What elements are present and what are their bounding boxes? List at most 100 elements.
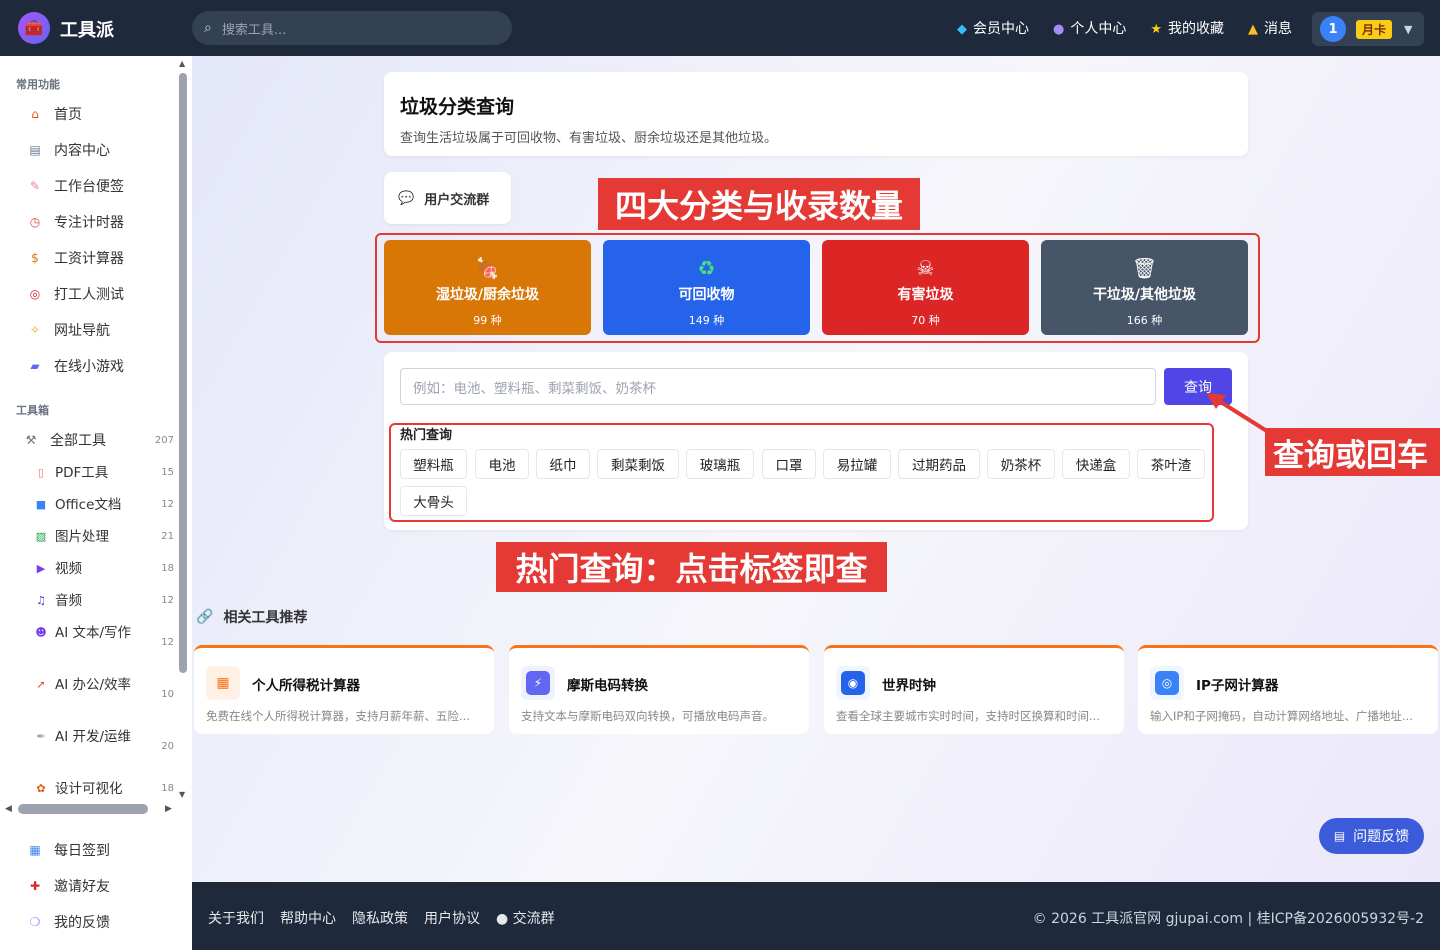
sidebar-item-ai-office[interactable]: ➚ AI 办公/效率 10 bbox=[34, 675, 174, 715]
timer-icon: ◷ bbox=[29, 215, 41, 229]
gamepad-icon: ▰ bbox=[30, 359, 40, 373]
avatar: 1 bbox=[1320, 16, 1346, 42]
footer: 关于我们 帮助中心 隐私政策 用户协议 ● 交流群 © 2026 工具派官网 g… bbox=[192, 882, 1440, 950]
image-icon: ▨ bbox=[35, 530, 47, 543]
calculator-icon: ▦ bbox=[206, 666, 240, 700]
page-subtitle: 查询生活垃圾属于可回收物、有害垃圾、厨余垃圾还是其他垃圾。 bbox=[400, 131, 778, 146]
sidebar-item-content[interactable]: ▤ 内容中心 bbox=[26, 140, 110, 160]
link-icon: 🔗 bbox=[196, 609, 214, 625]
nav-messages[interactable]: ▲ 消息 bbox=[1248, 18, 1292, 38]
chat-bubble-icon: ● bbox=[496, 911, 513, 927]
sidebar-item-checkin[interactable]: ▦ 每日签到 bbox=[26, 840, 110, 860]
related-card-morse[interactable]: ⚡ 摩斯电码转换 支持文本与摩斯电码双向转换，可播放电码声音。 bbox=[509, 645, 809, 734]
sidebar-item-pdf[interactable]: ▯ PDF工具 15 bbox=[34, 463, 174, 483]
annotation-label-query: 查询或回车 bbox=[1265, 428, 1440, 476]
page-title: 垃圾分类查询 bbox=[400, 96, 515, 118]
sidebar-item-all-tools[interactable]: ⚒ 全部工具 207 bbox=[22, 430, 174, 450]
user-menu[interactable]: 1 月卡 ▼ bbox=[1312, 12, 1424, 46]
annotation-box-hot bbox=[389, 423, 1214, 522]
home-icon: ⌂ bbox=[31, 107, 39, 121]
footer-link-privacy[interactable]: 隐私政策 bbox=[352, 908, 408, 928]
scroll-right-arrow-icon[interactable]: ▶ bbox=[165, 804, 172, 814]
sidebar-scroll-thumb[interactable] bbox=[179, 73, 187, 673]
palette-icon: ✿ bbox=[36, 782, 46, 795]
gift-icon: ✚ bbox=[29, 879, 41, 893]
newspaper-icon: ▤ bbox=[29, 143, 41, 157]
annotation-label-hot: 热门查询：点击标签即查 bbox=[496, 542, 887, 592]
scroll-up-arrow-icon[interactable]: ▲ bbox=[179, 59, 185, 68]
query-input[interactable]: 例如：电池、塑料瓶、剩菜剩饭、奶茶杯 bbox=[400, 368, 1156, 405]
user-icon: ● bbox=[1053, 22, 1065, 37]
related-card-clock[interactable]: ◉ 世界时钟 查看全球主要城市实时时间，支持时区换算和时间... bbox=[824, 645, 1124, 734]
sidebar-item-test[interactable]: ◎ 打工人测试 bbox=[26, 284, 124, 304]
network-icon: ◎ bbox=[1150, 666, 1184, 700]
tool-count: 207 bbox=[154, 434, 174, 446]
feedback-button[interactable]: ▤ 问题反馈 bbox=[1319, 818, 1424, 854]
chat-bubble-icon: 💬 bbox=[398, 190, 415, 206]
globe-icon: ◉ bbox=[836, 666, 870, 700]
sidebar-item-games[interactable]: ▰ 在线小游戏 bbox=[26, 356, 124, 376]
user-group-button[interactable]: 💬 用户交流群 bbox=[384, 172, 511, 224]
nav-vip[interactable]: ◆ 会员中心 bbox=[957, 18, 1029, 38]
annotation-arrow-icon bbox=[1206, 393, 1272, 435]
header-nav: ◆ 会员中心 ● 个人中心 ★ 我的收藏 ▲ 消息 bbox=[957, 0, 1292, 56]
search-placeholder: 搜索工具... bbox=[221, 22, 287, 38]
chevron-down-icon: ▼ bbox=[1404, 22, 1413, 36]
sidebar-item-timer[interactable]: ◷ 专注计时器 bbox=[26, 212, 124, 232]
footer-link-help[interactable]: 帮助中心 bbox=[280, 908, 336, 928]
nav-profile[interactable]: ● 个人中心 bbox=[1053, 18, 1126, 38]
sidebar-item-design[interactable]: ✿ 设计可视化 18 bbox=[34, 779, 174, 799]
sidebar-item-audio[interactable]: ♫ 音频 12 bbox=[34, 591, 174, 611]
robot-icon: ☻ bbox=[35, 626, 47, 639]
rocket-icon: ➚ bbox=[36, 678, 46, 691]
search-input[interactable]: ⌕ 搜索工具... bbox=[192, 11, 512, 45]
sidebar-item-home[interactable]: ⌂ 首页 bbox=[26, 104, 82, 124]
sidebar-item-video[interactable]: ▶ 视频 18 bbox=[34, 559, 174, 579]
speech-icon: ❍ bbox=[29, 915, 41, 929]
logo-icon[interactable]: 🧰 bbox=[18, 12, 50, 44]
memo-icon: ✎ bbox=[29, 179, 41, 193]
document-icon: ■ bbox=[35, 498, 47, 511]
sidebar-item-nav[interactable]: ✧ 网址导航 bbox=[26, 320, 110, 340]
tools-icon: ⚒ bbox=[25, 433, 37, 447]
sidebar-item-notes[interactable]: ✎ 工作台便签 bbox=[26, 176, 124, 196]
brand-name[interactable]: 工具派 bbox=[60, 16, 114, 42]
footer-link-terms[interactable]: 用户协议 bbox=[424, 908, 480, 928]
compass-icon: ✧ bbox=[29, 323, 41, 337]
pdf-icon: ▯ bbox=[37, 466, 45, 479]
related-title: 🔗 相关工具推荐 bbox=[196, 609, 308, 626]
title-card: 垃圾分类查询 查询生活垃圾属于可回收物、有害垃圾、厨余垃圾还是其他垃圾。 bbox=[384, 72, 1248, 156]
footer-links: 关于我们 帮助中心 隐私政策 用户协议 ● 交流群 bbox=[208, 908, 555, 928]
calendar-icon: ▦ bbox=[29, 843, 41, 857]
nav-favorites[interactable]: ★ 我的收藏 bbox=[1150, 18, 1224, 38]
footer-link-about[interactable]: 关于我们 bbox=[208, 908, 264, 928]
sidebar-item-image[interactable]: ▨ 图片处理 21 bbox=[34, 527, 174, 547]
sidebar-item-salary[interactable]: $ 工资计算器 bbox=[26, 248, 124, 268]
target-icon: ◎ bbox=[29, 287, 41, 301]
scroll-left-arrow-icon[interactable]: ◀ bbox=[5, 804, 12, 814]
footer-link-group[interactable]: ● 交流群 bbox=[496, 908, 555, 928]
sidebar-item-ai-writing[interactable]: ☻ AI 文本/写作 12 bbox=[34, 623, 174, 663]
music-icon: ♫ bbox=[36, 594, 46, 607]
annotation-label-categories: 四大分类与收录数量 bbox=[598, 178, 920, 230]
bolt-icon: ⚡ bbox=[521, 666, 555, 700]
top-bar: 🧰 工具派 ⌕ 搜索工具... ◆ 会员中心 ● 个人中心 ★ 我的收藏 ▲ 消息 1 … bbox=[0, 0, 1440, 56]
related-card-tax[interactable]: ▦ 个人所得税计算器 免费在线个人所得税计算器，支持月薪年薪、五险... bbox=[194, 645, 494, 734]
bell-icon: ▲ bbox=[1248, 22, 1258, 37]
sidebar-hscroll-thumb[interactable] bbox=[18, 804, 148, 814]
sidebar-item-feedback[interactable]: ❍ 我的反馈 bbox=[26, 912, 110, 932]
related-card-ip[interactable]: ◎ IP子网计算器 输入IP和子网掩码，自动计算网络地址、广播地址... bbox=[1138, 645, 1438, 734]
sidebar-item-office[interactable]: ■ Office文档 12 bbox=[34, 495, 174, 515]
sidebar-item-invite[interactable]: ✚ 邀请好友 bbox=[26, 876, 110, 896]
sidebar: 常用功能 ⌂ 首页 ▤ 内容中心 ✎ 工作台便签 ◷ 专注计时器 $ 工资计算器 ◎ 打工人… bbox=[0, 56, 192, 950]
clapper-icon: ▶ bbox=[36, 562, 46, 575]
plan-badge: 月卡 bbox=[1356, 19, 1393, 39]
wrench-icon: ✒ bbox=[36, 730, 46, 743]
money-bag-icon: $ bbox=[31, 251, 39, 265]
scroll-down-arrow-icon[interactable]: ▼ bbox=[179, 790, 185, 799]
document-icon: ▤ bbox=[1333, 829, 1346, 843]
sidebar-item-ai-dev[interactable]: ✒ AI 开发/运维 20 bbox=[34, 727, 174, 767]
copyright: © 2026 工具派官网 gjupai.com | 桂ICP备202600593… bbox=[1032, 911, 1424, 927]
star-icon: ★ bbox=[1150, 22, 1162, 37]
diamond-icon: ◆ bbox=[957, 22, 967, 37]
